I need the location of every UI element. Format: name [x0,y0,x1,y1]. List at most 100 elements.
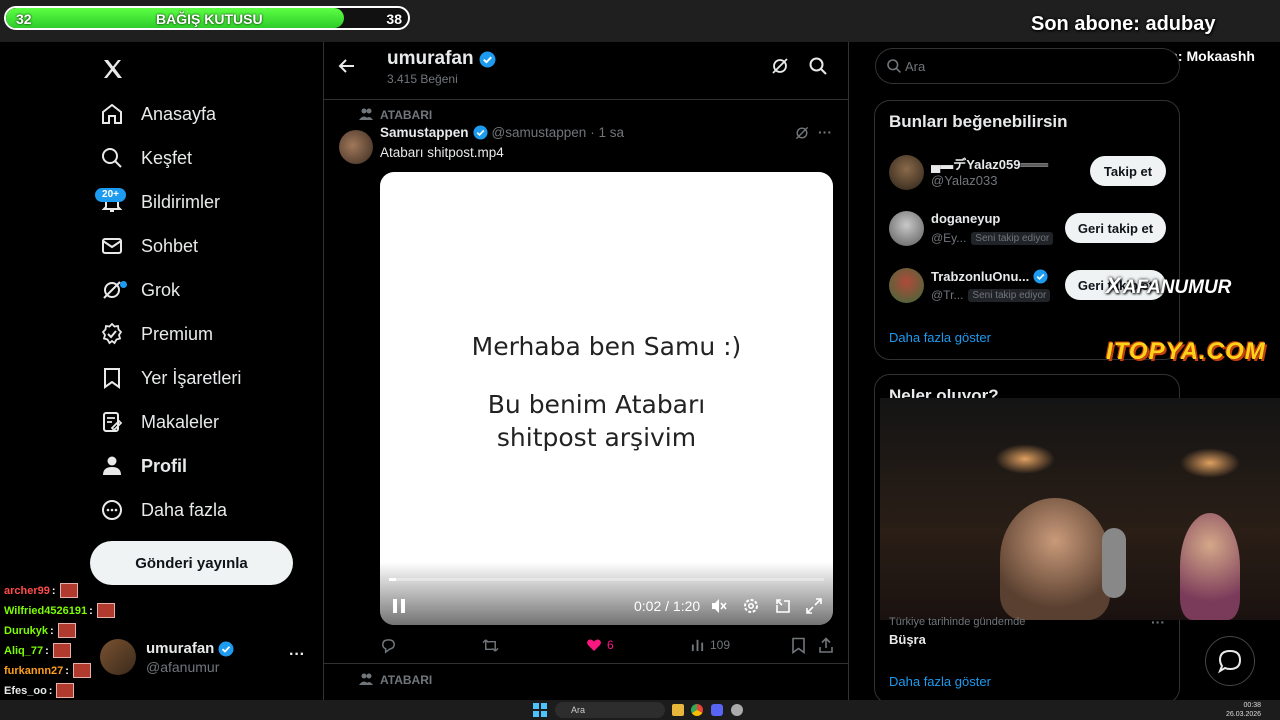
tweet-author-handle[interactable]: @samustappen [492,125,587,140]
chat-username: Aliq_77 [4,644,44,657]
chat-message: Wilfried4526191 : [4,603,115,618]
share-icon[interactable] [818,637,834,654]
suggestion-name-row[interactable]: TrabzonluOnu... [931,269,1048,284]
pause-icon[interactable] [392,598,406,614]
follows-you-chip: Seni takip ediyor [971,231,1054,245]
taskbar-search[interactable]: Ara [555,702,665,718]
nav-item-label: Bildirimler [141,191,221,212]
discord-icon[interactable] [711,704,723,716]
streamer-person [1000,498,1110,620]
suggestion-name: TrabzonluOnu... [931,269,1030,284]
verified-badge-icon [1033,269,1048,284]
video-time: 0:02 / 1:20 [634,598,701,614]
chat-username: Durukyk [4,624,49,637]
nav-item-daha-fazla[interactable]: Daha fazla [100,490,227,530]
account-name-row[interactable]: umurafan [146,640,234,657]
trend-more-icon[interactable]: ··· [1151,614,1165,630]
taskbar-clock[interactable]: 00:38 26.03.2026 [1226,701,1261,719]
mute-icon[interactable] [710,597,728,615]
user-avatar[interactable] [889,268,924,303]
search-icon [100,146,124,170]
user-avatar[interactable] [889,155,924,190]
fullscreen-icon[interactable] [805,597,823,615]
chat-emote-icon [72,663,91,678]
search-input[interactable]: Ara [905,59,925,74]
next-tweet-context[interactable]: ATABARI [380,673,432,687]
community-icon [359,108,373,120]
tweet-time[interactable]: · 1 sa [590,125,624,140]
user-avatar[interactable] [889,211,924,246]
grok-explain-icon[interactable] [794,125,810,141]
tweet-author-name[interactable]: Samustappen [380,125,469,140]
nav-item-premium[interactable]: Premium [100,314,213,354]
chat-message: furkannn27 : [4,663,91,678]
nav-item-label: Grok [141,279,181,300]
nav-item-anasayfa[interactable]: Anasayfa [100,94,216,134]
verified-badge-icon [218,641,234,656]
video-progress-track[interactable] [389,578,824,581]
tweet-text: Atabarı shitpost.mp4 [380,145,504,160]
account-avatar[interactable] [100,639,136,675]
messages-drawer-button[interactable] [1205,636,1255,686]
settings-gear-icon[interactable] [742,597,760,615]
divider [324,663,848,664]
like-button[interactable]: 6 [586,637,614,653]
x-logo-icon[interactable] [101,57,125,81]
webcam-overlay [880,398,1280,620]
second-person [1180,513,1240,620]
donation-left-value: 32 [16,11,32,27]
lamp-glow [1180,448,1240,478]
tweet-author-avatar[interactable] [339,130,373,164]
follow-button[interactable]: Takip et [1090,156,1166,186]
suggestion-name[interactable]: ▄▬デYalaz059═══ [931,154,1048,173]
tweet-more-icon[interactable]: ··· [818,124,832,140]
nav-item-label: Profil [141,455,188,476]
donation-right-value: 38 [386,11,402,27]
microphone [1102,528,1126,598]
account-name: umurafan [146,640,215,657]
nav-item-sohbet[interactable]: Sohbet [100,226,198,266]
windows-start-icon[interactable] [533,703,547,717]
account-more-button[interactable]: ··· [289,646,305,664]
file-explorer-icon[interactable] [672,704,684,716]
back-button[interactable] [337,56,357,76]
search-box[interactable]: Ara [875,48,1180,84]
profile-title: umurafan [387,48,474,69]
channel-watermark: X AFANUMUR [1106,273,1231,299]
picture-in-picture-icon[interactable] [774,597,792,615]
bookmark-icon[interactable] [791,637,806,654]
show-more-link[interactable]: Daha fazla göster [889,330,991,345]
tweet-context-label[interactable]: ATABARI [380,108,432,122]
trends-show-more-link[interactable]: Daha fazla göster [889,674,991,689]
donation-progress-bar: 32 BAĞIŞ KUTUSU 38 [4,6,410,30]
like-count: 6 [607,638,614,652]
views-count: 109 [710,637,731,652]
donation-title: BAĞIŞ KUTUSU [156,11,263,27]
retweet-icon[interactable] [482,637,499,654]
grok-dot [120,281,127,288]
follow-back-button[interactable]: Geri takip et [1065,213,1166,243]
nav-item-yer-i-şaretleri[interactable]: Yer İşaretleri [100,358,241,398]
nav-item-keşfet[interactable]: Keşfet [100,138,192,178]
nav-item-grok[interactable]: Grok [100,270,180,310]
sponsor-logo: ITOPYA.COM [1106,338,1266,365]
chrome-icon[interactable] [691,704,703,716]
nav-item-makaleler[interactable]: Makaleler [100,402,219,442]
grok-button-icon[interactable] [770,56,790,76]
tweet-video[interactable]: Merhaba ben Samu :) Bu benim Atabarı shi… [380,172,833,625]
x-logo-icon: X [1106,273,1121,298]
chat-message: archer99 : [4,583,78,598]
search-icon[interactable] [808,56,828,76]
post-button[interactable]: Gönderi yayınla [90,541,293,585]
lamp-glow [995,444,1055,474]
app-icon[interactable] [731,704,743,716]
trend-name[interactable]: Büşra [889,632,926,647]
views-button[interactable]: 109 [690,637,730,652]
nav-item-profil[interactable]: Profil [100,446,187,486]
follows-you-chip: Seni takip ediyor [968,288,1051,302]
chat-username: Wilfried4526191 [4,604,88,617]
chat-username: archer99 [4,584,50,597]
chat-emote-icon [56,683,75,698]
suggestion-name[interactable]: doganeyup [931,211,1000,226]
reply-icon[interactable] [380,637,397,654]
